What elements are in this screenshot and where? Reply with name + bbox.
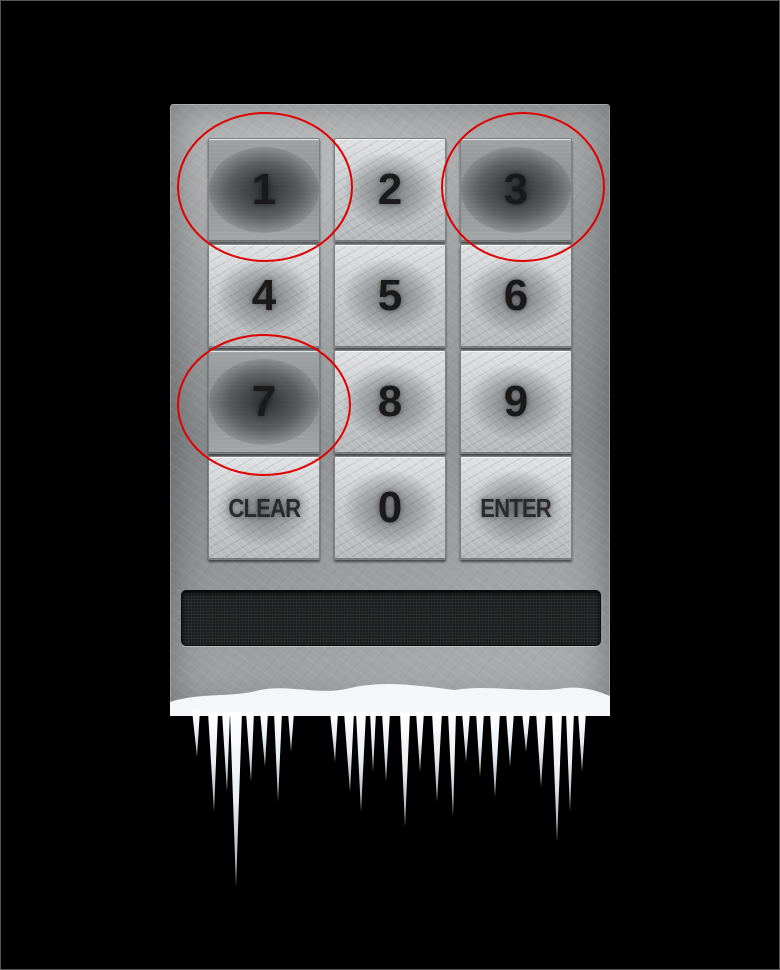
- key-9-label: 9: [503, 377, 529, 426]
- key-4-label: 4: [251, 271, 277, 320]
- key-enter-label: ENTER: [480, 492, 553, 523]
- key-8[interactable]: 8: [334, 350, 446, 454]
- code-display-value: [182, 591, 600, 645]
- key-4[interactable]: 4: [208, 244, 320, 348]
- key-3[interactable]: 3: [460, 138, 572, 242]
- keypad-scene: 1 2 3 4 5 6 7 8 9 CLEAR 0 ENTER: [0, 0, 780, 970]
- key-clear[interactable]: CLEAR: [208, 456, 320, 560]
- key-clear-label: CLEAR: [228, 492, 301, 523]
- key-0[interactable]: 0: [334, 456, 446, 560]
- key-enter[interactable]: ENTER: [460, 456, 572, 560]
- key-8-label: 8: [377, 377, 403, 426]
- key-7-label: 7: [251, 377, 277, 426]
- key-5[interactable]: 5: [334, 244, 446, 348]
- key-2-label: 2: [377, 165, 403, 214]
- key-7[interactable]: 7: [208, 350, 320, 454]
- icicles-icon: [170, 684, 610, 887]
- key-1[interactable]: 1: [208, 138, 320, 242]
- key-9[interactable]: 9: [460, 350, 572, 454]
- key-3-label: 3: [503, 165, 529, 214]
- key-0-label: 0: [377, 483, 403, 532]
- key-1-label: 1: [251, 165, 277, 214]
- code-display: [181, 590, 601, 646]
- key-5-label: 5: [377, 271, 403, 320]
- key-2[interactable]: 2: [334, 138, 446, 242]
- key-6-label: 6: [503, 271, 529, 320]
- key-6[interactable]: 6: [460, 244, 572, 348]
